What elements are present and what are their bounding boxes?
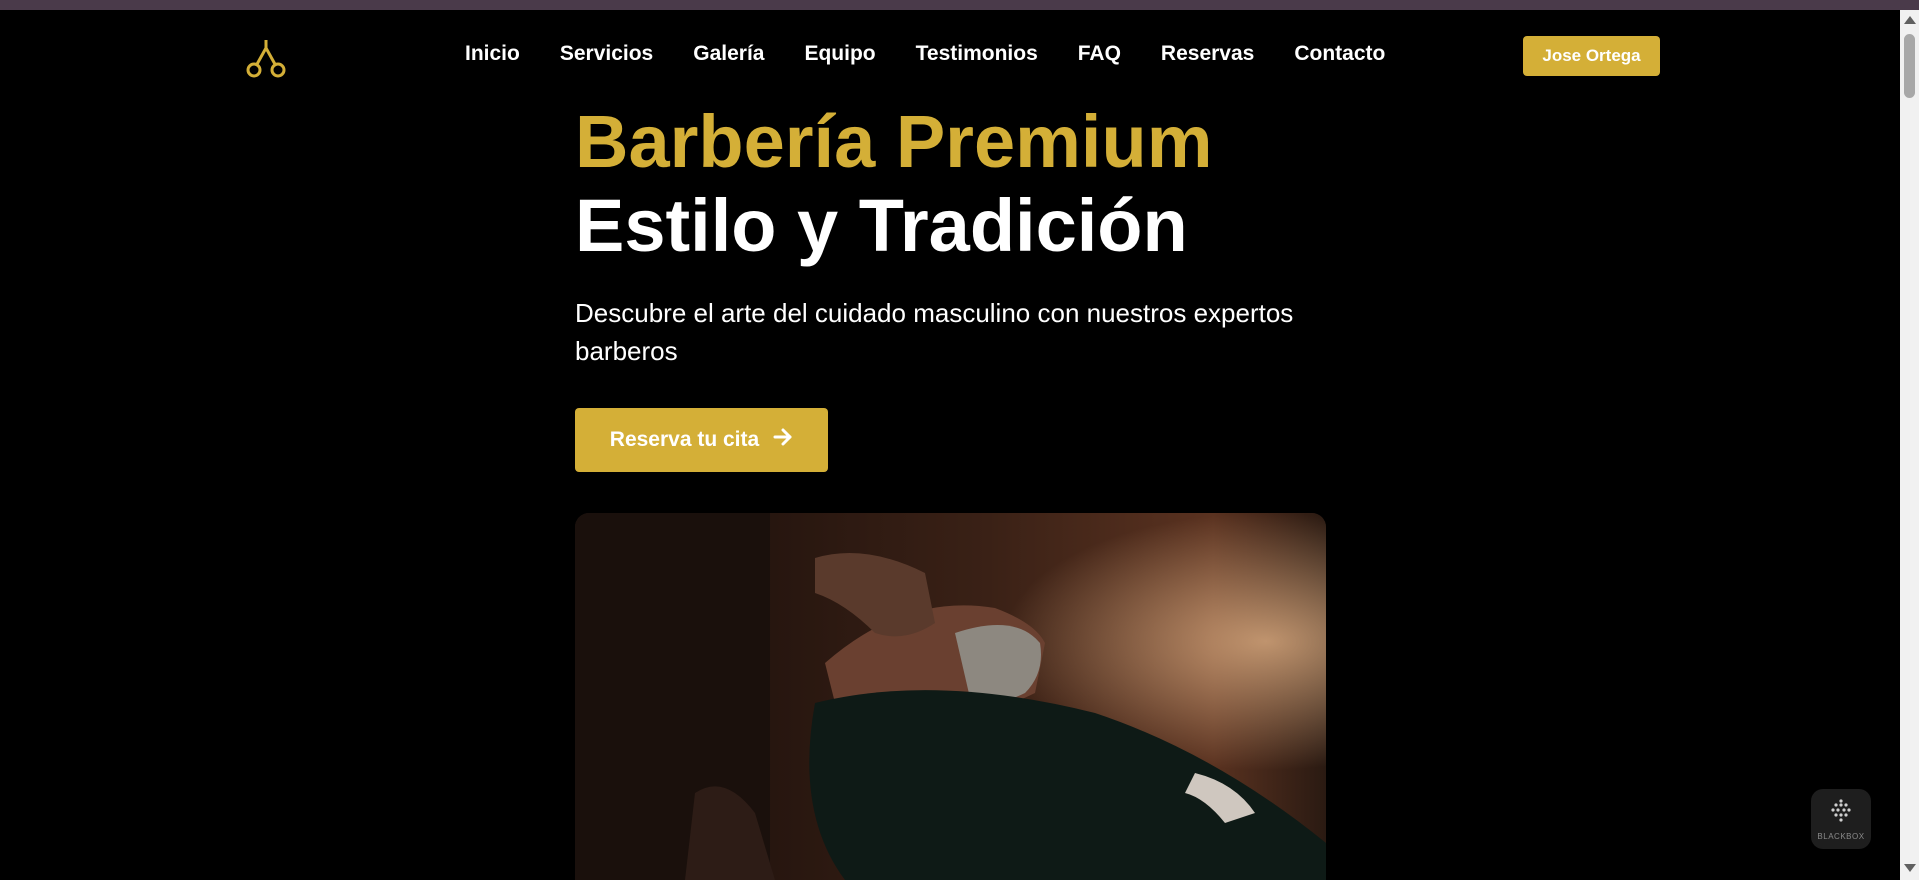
nav-link-faq[interactable]: FAQ xyxy=(1078,42,1121,66)
blackbox-label: BLACKBOX xyxy=(1817,831,1865,841)
nav-link-equipo[interactable]: Equipo xyxy=(804,42,875,66)
arrow-right-icon xyxy=(773,428,793,452)
hero-subtitle: Descubre el arte del cuidado masculino c… xyxy=(575,298,1294,366)
hero-image xyxy=(575,513,1326,880)
hero-title-main: Estilo y Tradición xyxy=(575,184,1188,267)
book-appointment-button[interactable]: Reserva tu cita xyxy=(575,408,828,472)
nav-link-inicio[interactable]: Inicio xyxy=(465,42,520,66)
vertical-scrollbar[interactable] xyxy=(1900,10,1919,880)
nav-link-servicios[interactable]: Servicios xyxy=(560,42,653,66)
user-account-button[interactable]: Jose Ortega xyxy=(1523,36,1660,76)
blackbox-icon xyxy=(1828,798,1854,829)
nav-link-reservas[interactable]: Reservas xyxy=(1161,42,1254,66)
scroll-down-arrow-icon[interactable] xyxy=(1904,864,1916,872)
hero-title-accent: Barbería Premium xyxy=(575,100,1213,183)
nav-link-contacto[interactable]: Contacto xyxy=(1294,42,1385,66)
nav-link-galeria[interactable]: Galería xyxy=(693,42,764,66)
cta-label: Reserva tu cita xyxy=(609,428,760,451)
scrollbar-thumb[interactable] xyxy=(1904,34,1915,98)
browser-top-strip xyxy=(0,0,1919,10)
main-nav: Inicio Servicios Galería Equipo Testimon… xyxy=(465,42,1385,66)
navbar: Inicio Servicios Galería Equipo Testimon… xyxy=(0,10,1900,100)
hero-section: Barbería Premium Estilo y Tradición Desc… xyxy=(575,100,1335,472)
blackbox-widget[interactable]: BLACKBOX xyxy=(1811,789,1871,849)
scissors-icon[interactable] xyxy=(244,38,288,78)
nav-link-testimonios[interactable]: Testimonios xyxy=(916,42,1038,66)
scroll-up-arrow-icon[interactable] xyxy=(1904,16,1916,24)
